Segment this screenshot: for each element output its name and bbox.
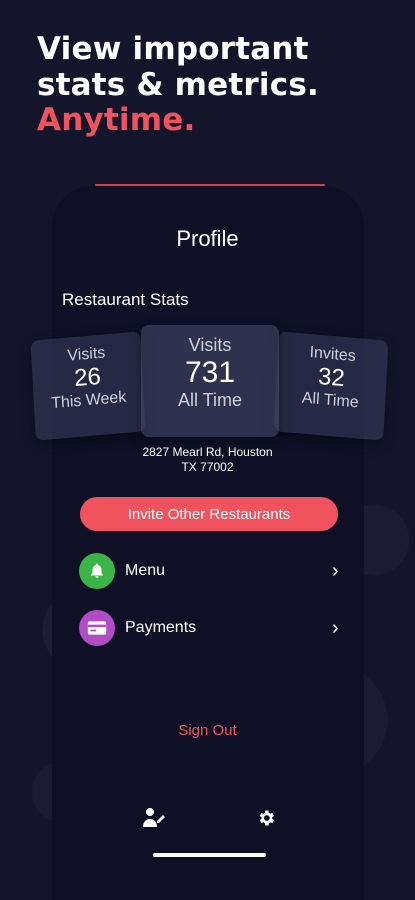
sign-out-link[interactable]: Sign Out bbox=[0, 722, 415, 739]
card-icon bbox=[79, 610, 115, 646]
headline-line-3: Anytime. bbox=[37, 102, 196, 139]
headline: View important stats & metrics. Anytime. bbox=[37, 31, 319, 139]
address-line-1: 2827 Mearl Rd, Houston bbox=[142, 445, 273, 459]
home-indicator bbox=[153, 853, 266, 857]
stat-card-visits-all[interactable]: Visits 731 All Time bbox=[141, 325, 279, 437]
stat-card-visits-week[interactable]: Visits 26 This Week bbox=[30, 331, 146, 441]
stat-value: 731 bbox=[184, 356, 236, 389]
phone-top-accent bbox=[95, 184, 325, 186]
payments-label: Payments bbox=[125, 619, 197, 636]
stat-sub: All Time bbox=[177, 390, 242, 410]
headline-line-1: View important bbox=[37, 31, 309, 67]
gear-icon[interactable] bbox=[253, 805, 279, 831]
bell-icon bbox=[79, 553, 115, 589]
restaurant-address: 2827 Mearl Rd, Houston TX 77002 bbox=[0, 445, 415, 475]
address-line-2: TX 77002 bbox=[181, 460, 234, 474]
headline-line-2: stats & metrics. bbox=[37, 66, 319, 103]
chevron-right-icon: › bbox=[332, 559, 339, 582]
stat-card-invites[interactable]: Invites 32 All Time bbox=[273, 331, 389, 441]
chevron-right-icon: › bbox=[332, 616, 339, 639]
stat-label: Visits bbox=[188, 335, 232, 355]
page-title: Profile bbox=[176, 226, 239, 251]
profile-icon[interactable] bbox=[141, 805, 167, 831]
menu-row[interactable]: Menu › bbox=[79, 553, 344, 589]
menu-label: Menu bbox=[125, 562, 166, 579]
payments-row[interactable]: Payments › bbox=[79, 610, 344, 646]
invite-restaurants-button[interactable]: Invite Other Restaurants bbox=[80, 497, 338, 531]
section-title: Restaurant Stats bbox=[62, 290, 189, 309]
